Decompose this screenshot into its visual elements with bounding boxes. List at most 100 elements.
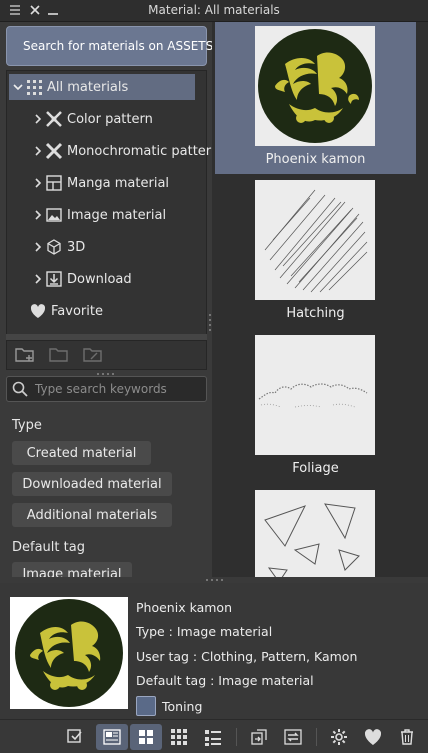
- trash-icon: [401, 729, 413, 745]
- tree-item-image-material[interactable]: Image material: [33, 202, 166, 228]
- color-pattern-icon: [46, 111, 62, 127]
- view-list-button[interactable]: [200, 724, 226, 750]
- material-list: Phoenix kamon Hatching Foliage: [212, 22, 428, 577]
- search-assets-button[interactable]: Search for materials on ASSETS: [6, 26, 213, 66]
- chevron-right-icon[interactable]: [33, 210, 43, 220]
- chevron-right-icon[interactable]: [33, 242, 43, 252]
- tree-item-label: 3D: [67, 239, 86, 255]
- material-tree: All materials Color pattern Monochromati…: [6, 70, 219, 338]
- window-title: Material: All materials: [148, 3, 280, 17]
- material-detail: Phoenix kamon Type : Image material User…: [0, 583, 428, 719]
- phoenix-kamon-image: [258, 29, 372, 143]
- paste-to-canvas-button[interactable]: [62, 724, 88, 750]
- filter-created-material[interactable]: Created material: [12, 441, 151, 465]
- toning-label: Toning: [162, 699, 203, 714]
- search-input[interactable]: Type search keywords: [6, 376, 207, 402]
- material-item-phoenix-kamon[interactable]: Phoenix kamon: [215, 22, 416, 174]
- material-thumbnail: [255, 335, 375, 455]
- material-settings-button[interactable]: [326, 724, 352, 750]
- chevron-right-icon[interactable]: [33, 114, 43, 124]
- heart-icon: [364, 729, 382, 745]
- list-scrollbar[interactable]: [420, 22, 428, 577]
- phoenix-kamon-preview-image: [15, 599, 123, 707]
- material-thumbnail: [255, 26, 375, 146]
- material-name: Foliage: [292, 461, 339, 476]
- tree-item-download[interactable]: Download: [33, 266, 132, 292]
- default-tag-label: Default tag: [12, 540, 85, 555]
- detail-view-icon: [103, 729, 121, 745]
- toning-checkbox[interactable]: [136, 696, 156, 716]
- swap-material-button[interactable]: [280, 724, 306, 750]
- view-large-thumbnail-button[interactable]: [130, 724, 162, 750]
- download-icon: [46, 271, 62, 287]
- tree-item-label: Favorite: [51, 303, 103, 319]
- replace-icon: [251, 729, 267, 745]
- cube-icon: [47, 239, 61, 255]
- search-assets-label: Search for materials on ASSETS: [23, 39, 214, 53]
- tree-item-manga-material[interactable]: Manga material: [33, 170, 169, 196]
- foliage-image: [258, 383, 368, 408]
- material-thumbnail: [255, 180, 375, 300]
- delete-folder-icon[interactable]: [49, 346, 69, 364]
- search-placeholder: Type search keywords: [35, 382, 167, 396]
- chevron-right-icon[interactable]: [33, 178, 43, 188]
- tree-item-label: Download: [67, 271, 132, 287]
- material-item-hatching[interactable]: Hatching: [215, 176, 416, 328]
- tree-item-favorite[interactable]: Favorite: [29, 298, 103, 324]
- splitter-grip-icon[interactable]: [204, 578, 226, 582]
- material-thumbnail: [255, 490, 375, 577]
- toolbar-divider: [236, 728, 237, 746]
- type-label: Type: [12, 418, 42, 433]
- tree-item-3d[interactable]: 3D: [33, 234, 85, 260]
- title-bar: Material: All materials: [0, 0, 428, 22]
- mono-pattern-icon: [45, 142, 63, 160]
- filter-downloaded-material[interactable]: Downloaded material: [12, 472, 172, 496]
- tree-item-all-materials[interactable]: All materials: [9, 74, 195, 100]
- view-small-thumbnail-button[interactable]: [166, 724, 192, 750]
- sketch-image: [264, 503, 360, 577]
- filter-panel: Type Created material Downloaded materia…: [6, 406, 207, 599]
- paste-canvas-icon: [67, 729, 82, 743]
- replace-material-button[interactable]: [246, 724, 272, 750]
- filter-additional-materials[interactable]: Additional materials: [12, 503, 172, 527]
- tree-item-label: All materials: [47, 79, 129, 95]
- list-view-icon: [205, 730, 221, 746]
- detail-preview: [10, 597, 128, 709]
- tree-item-color-pattern[interactable]: Color pattern: [33, 106, 153, 132]
- heart-icon: [30, 304, 46, 318]
- chevron-right-icon[interactable]: [33, 146, 43, 156]
- toolbar-divider: [316, 728, 317, 746]
- material-item-foliage[interactable]: Foliage: [215, 331, 416, 483]
- large-grid-icon: [139, 730, 153, 744]
- gear-icon: [331, 729, 347, 745]
- delete-material-button[interactable]: [394, 724, 420, 750]
- tree-item-monochromatic-pattern[interactable]: Monochromatic pattern: [33, 138, 219, 164]
- manga-icon: [46, 175, 62, 191]
- tree-item-label: Image material: [67, 207, 167, 223]
- material-name: Hatching: [286, 306, 345, 321]
- material-item-sketch[interactable]: [215, 486, 416, 577]
- detail-name: Phoenix kamon: [136, 600, 232, 615]
- tree-item-label: Manga material: [67, 175, 170, 191]
- grid-dots-icon: [27, 80, 42, 95]
- search-icon: [12, 381, 28, 397]
- edit-folder-icon[interactable]: [83, 346, 103, 364]
- favorite-button[interactable]: [360, 724, 386, 750]
- detail-default-tag: Default tag : Image material: [136, 673, 314, 688]
- swap-icon: [284, 729, 302, 745]
- chevron-right-icon[interactable]: [33, 274, 43, 284]
- tree-item-label: Color pattern: [67, 111, 153, 127]
- folder-toolbar: [6, 340, 207, 370]
- left-panel: Search for materials on ASSETS All mater…: [0, 22, 219, 586]
- bottom-toolbar: [0, 719, 428, 753]
- new-folder-icon[interactable]: [15, 346, 35, 364]
- image-icon: [46, 208, 62, 222]
- view-detail-button[interactable]: [96, 724, 128, 750]
- material-name: Phoenix kamon: [265, 152, 366, 167]
- chevron-down-icon[interactable]: [13, 82, 23, 92]
- tree-item-label: Monochromatic pattern: [67, 143, 220, 159]
- detail-type: Type : Image material: [136, 624, 273, 639]
- detail-user-tag: User tag : Clothing, Pattern, Kamon: [136, 649, 358, 664]
- hatching-image: [264, 189, 368, 293]
- small-grid-icon: [171, 729, 187, 745]
